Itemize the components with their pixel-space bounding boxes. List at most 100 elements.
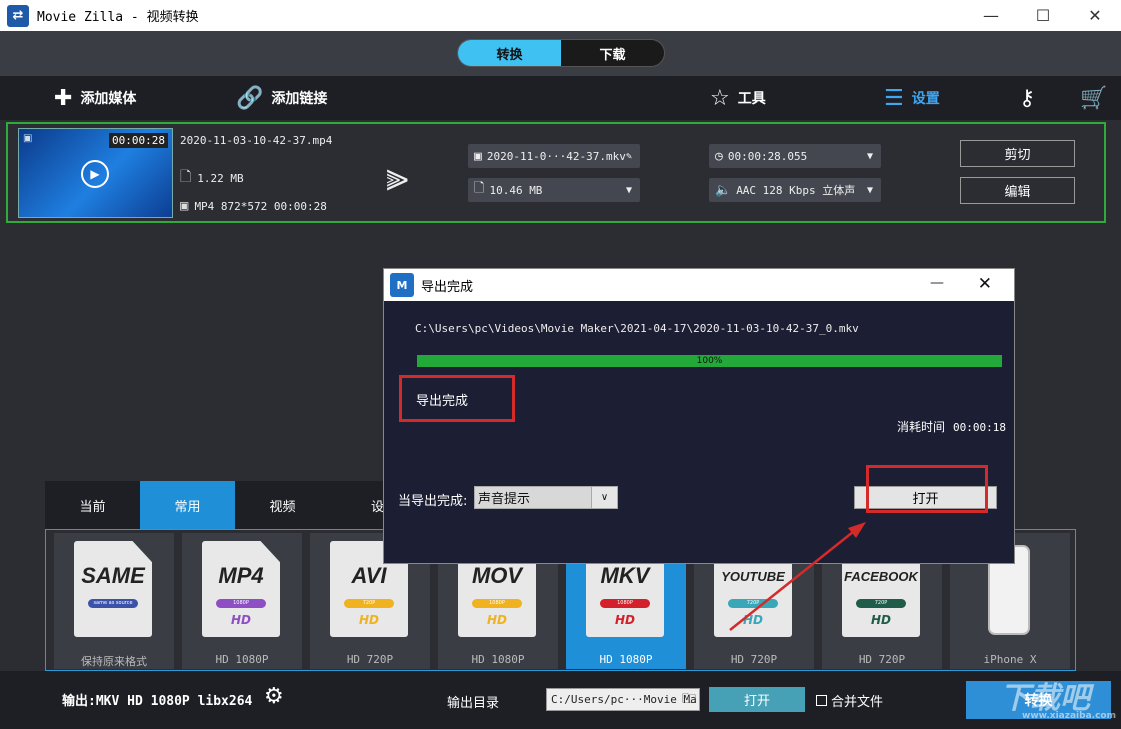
add-media-button[interactable]: ✚ 添加媒体 [54,76,136,120]
close-icon[interactable]: ✕ [978,274,992,294]
folder-icon[interactable]: 🗀 [682,688,696,712]
tab-video[interactable]: 视频 [235,481,330,529]
bottom-bar: 输出:MKV HD 1080P libx264 ⚙ 输出目录 C:/Users/… [0,671,1121,729]
tab-current[interactable]: 当前 [45,481,140,529]
cart-icon[interactable]: 🛒 [1080,76,1115,120]
dialog-title: 导出完成 [421,276,473,295]
format-hd: HD [586,613,664,627]
tab-download[interactable]: 下载 [561,40,664,66]
open-folder-button[interactable]: 打开 [709,687,805,712]
video-icon: ▣ [180,198,188,214]
window-controls: — ☐ ✕ [965,0,1121,31]
format-label: 保持原来格式 [54,653,174,669]
format-file-icon: MP4 1080P HD [202,541,280,637]
clock-icon: ◷ [715,149,723,164]
format-title: MP4 [202,563,280,589]
format-title: FACEBOOK [842,569,920,584]
tools-label: 工具 [738,88,766,108]
output-filename-field[interactable]: ▣ 2020-11-0···42-37.mkv ✎ [468,144,640,168]
maximize-icon[interactable]: ☐ [1017,0,1069,31]
mode-bar: 转换 下载 [0,31,1121,76]
format-badge: 1080P [216,599,266,608]
tools-button[interactable]: ☆ 工具 [710,76,766,120]
edit-button[interactable]: 编辑 [960,177,1075,204]
chevron-down-icon: ▼ [867,151,873,162]
film-icon: ▣ [23,133,32,144]
video-thumbnail[interactable]: ▣ 00:00:28 ▶ [18,128,173,218]
cut-button[interactable]: 剪切 [960,140,1075,167]
format-badge: 720P [856,599,906,608]
source-size: 🗋 1.22 MB [180,166,244,190]
star-icon: ☆ [710,86,730,111]
elapsed-time: 消耗时间00:00:18 [897,418,1006,435]
source-filename: 2020-11-03-10-42-37.mp4 [180,134,332,147]
format-card[interactable]: SAME same as source 保持原来格式 [54,533,174,669]
progress-bar: 100% [417,355,1002,367]
after-export-select[interactable]: 声音提示 ∨ [474,486,618,509]
format-title: AVI [330,563,408,589]
pencil-icon[interactable]: ✎ [626,151,632,162]
watermark: 下载吧 www.xiazaiba.com [1000,673,1116,721]
output-dir-field[interactable]: C:/Users/pc···Movie Ma 🗀 [546,688,700,711]
tab-convert[interactable]: 转换 [458,40,561,66]
add-link-label: 添加链接 [271,88,327,108]
output-format: 输出:MKV HD 1080P libx264 [62,690,252,709]
output-dir-label: 输出目录 [447,692,499,711]
format-badge: same as source [88,599,138,608]
tab-common[interactable]: 常用 [140,481,235,529]
progress-text: 100% [417,355,1002,367]
minimize-icon[interactable]: — [930,275,944,291]
format-label: HD 720P [822,653,942,666]
format-label: HD 1080P [566,653,686,666]
format-badge: 1080P [472,599,522,608]
add-link-button[interactable]: 🔗 添加链接 [236,76,327,120]
format-label: HD 720P [694,653,814,666]
format-label: HD 1080P [182,653,302,666]
format-title: YOUTUBE [714,569,792,584]
format-hd: HD [714,613,792,627]
after-export-label: 当导出完成: [398,490,467,509]
chevron-down-icon: ▼ [626,185,632,196]
source-meta: ▣ MP4 872*572 00:00:28 [180,198,327,214]
format-badge: 720P [728,599,778,608]
minimize-icon[interactable]: — [965,0,1017,31]
duration-select[interactable]: ◷ 00:00:28.055 ▼ [709,144,881,168]
highlight-box [399,375,515,422]
format-label: iPhone X [950,653,1070,666]
link-icon: 🔗 [236,86,263,111]
play-icon[interactable]: ▶ [81,160,109,188]
format-hd: HD [842,613,920,627]
highlight-box [866,465,988,513]
close-icon[interactable]: ✕ [1069,0,1121,31]
chevron-down-icon: ∨ [591,487,617,508]
audio-select[interactable]: 🔈 AAC 128 Kbps 立体声 ▼ [709,178,881,202]
task-row[interactable]: ▣ 00:00:28 ▶ 2020-11-03-10-42-37.mp4 🗋 1… [6,122,1106,223]
key-icon[interactable]: ⚷ [1019,76,1043,120]
speaker-icon: 🔈 [715,183,731,198]
menu-icon: ☰ [884,86,904,111]
merge-files-checkbox[interactable]: 合并文件 [816,691,883,710]
mode-tabs: 转换 下载 [457,39,665,67]
convert-arrow-icon: ⫸ [386,154,409,200]
toolbar: ✚ 添加媒体 🔗 添加链接 ☆ 工具 ☰ 设置 ⚷ 🛒 [0,76,1121,120]
dialog-app-icon: M [390,273,414,297]
gear-icon[interactable]: ⚙ [264,684,284,709]
format-hd: HD [330,613,408,627]
thumb-duration: 00:00:28 [109,133,168,148]
format-title: SAME [74,563,152,589]
app-icon: ⇄ [7,5,29,27]
format-file-icon: SAME same as source [74,541,152,637]
output-size-select[interactable]: 🗋 10.46 MB ▼ [468,178,640,202]
format-hd: HD [202,613,280,627]
export-complete-dialog: M 导出完成 — ✕ C:\Users\pc\Videos\Movie Make… [383,268,1015,564]
format-hd: HD [458,613,536,627]
export-path: C:\Users\pc\Videos\Movie Maker\2021-04-1… [415,322,859,335]
format-badge: 1080P [600,599,650,608]
settings-label: 设置 [912,88,940,108]
format-badge: 720P [344,599,394,608]
plus-icon: ✚ [54,86,72,111]
settings-button[interactable]: ☰ 设置 [884,76,940,120]
add-media-label: 添加媒体 [80,88,136,108]
format-label: HD 1080P [438,653,558,666]
format-card[interactable]: MP4 1080P HD HD 1080P [182,533,302,669]
